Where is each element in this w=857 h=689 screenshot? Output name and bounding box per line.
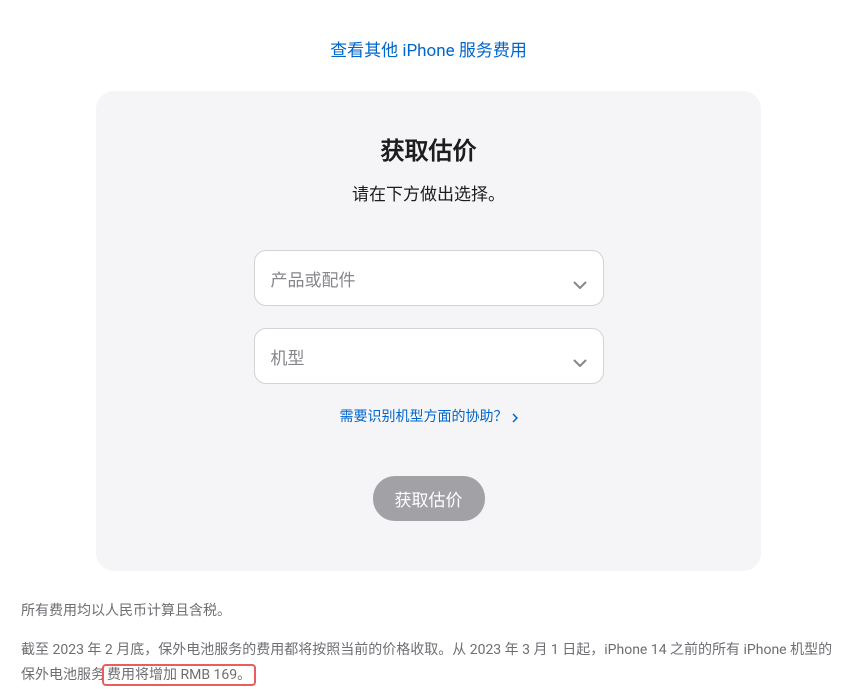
get-estimate-button[interactable]: 获取估价	[373, 476, 485, 521]
model-select[interactable]: 机型	[254, 328, 604, 384]
chevron-down-icon	[573, 274, 587, 282]
help-link-container: 需要识别机型方面的协助？	[146, 406, 711, 426]
product-select[interactable]: 产品或配件	[254, 250, 604, 306]
card-subtitle: 请在下方做出选择。	[146, 180, 711, 205]
model-select-wrapper: 机型	[254, 328, 604, 384]
estimate-card: 获取估价 请在下方做出选择。 产品或配件 机型 需要识别机型方面的协助？	[96, 91, 761, 571]
footer-line-2: 截至 2023 年 2 月底，保外电池服务的费用都将按照当前的价格收取。从 20…	[21, 638, 836, 688]
chevron-down-icon	[573, 352, 587, 360]
help-link-label: 需要识别机型方面的协助？	[340, 406, 508, 426]
footer-disclaimer: 所有费用均以人民币计算且含税。 截至 2023 年 2 月底，保外电池服务的费用…	[11, 599, 846, 689]
product-select-placeholder: 产品或配件	[271, 266, 356, 291]
other-services-link[interactable]: 查看其他 iPhone 服务费用	[330, 41, 527, 61]
card-title: 获取估价	[146, 131, 711, 166]
model-select-placeholder: 机型	[271, 344, 305, 369]
model-help-link[interactable]: 需要识别机型方面的协助？	[340, 406, 518, 426]
top-link-container: 查看其他 iPhone 服务费用	[0, 0, 857, 91]
footer-line-1: 所有费用均以人民币计算且含税。	[21, 599, 836, 624]
price-increase-highlight: 费用将增加 RMB 169。	[102, 664, 256, 686]
chevron-right-icon	[512, 411, 518, 421]
product-select-wrapper: 产品或配件	[254, 250, 604, 306]
